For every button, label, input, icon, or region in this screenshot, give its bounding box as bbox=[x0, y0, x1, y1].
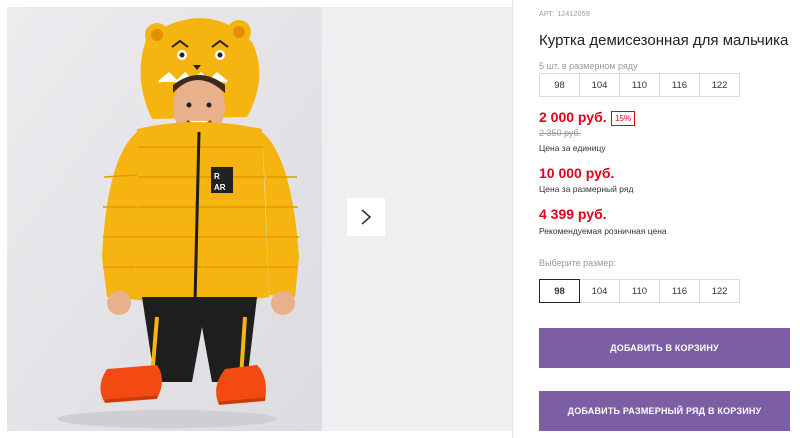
column-divider bbox=[512, 0, 513, 438]
pack-label: 5 шт. в размерном ряду bbox=[539, 61, 638, 71]
discount-badge: 15% bbox=[611, 111, 636, 126]
unit-price-label: Цена за единицу bbox=[539, 143, 606, 153]
svg-text:AR: AR bbox=[214, 183, 226, 192]
product-gallery: R AR bbox=[0, 0, 512, 438]
pack-size-104: 104 bbox=[579, 73, 620, 97]
pack-size-row: 98 104 110 116 122 bbox=[539, 73, 740, 97]
size-picker-label: Выберите размер: bbox=[539, 258, 616, 268]
old-price: 2 350 руб. bbox=[539, 128, 582, 138]
size-option-116[interactable]: 116 bbox=[659, 279, 700, 303]
size-picker: 98 104 110 116 122 bbox=[539, 279, 740, 303]
set-price-label: Цена за размерный ряд bbox=[539, 184, 634, 194]
product-photo-illustration: R AR bbox=[7, 7, 322, 431]
pack-size-110: 110 bbox=[619, 73, 660, 97]
jacket-badge-text: R bbox=[214, 172, 220, 181]
article-number: АРТ: 12412059 bbox=[539, 11, 590, 18]
set-price: 10 000 руб. bbox=[539, 165, 615, 181]
pack-size-122: 122 bbox=[699, 73, 740, 97]
pack-size-98: 98 bbox=[539, 73, 580, 97]
product-title: Куртка демисезонная для мальчика bbox=[539, 32, 789, 49]
chevron-right-icon bbox=[361, 209, 372, 225]
add-to-cart-button[interactable]: ДОБАВИТЬ В КОРЗИНУ bbox=[539, 328, 790, 368]
next-photo-button[interactable] bbox=[347, 198, 385, 236]
add-set-to-cart-button[interactable]: ДОБАВИТЬ РАЗМЕРНЫЙ РЯД В КОРЗИНУ bbox=[539, 391, 790, 431]
product-info: АРТ: 12412059 Куртка демисезонная для ма… bbox=[539, 0, 800, 438]
size-option-98[interactable]: 98 bbox=[539, 279, 580, 303]
product-photo[interactable]: R AR bbox=[7, 7, 322, 431]
size-option-110[interactable]: 110 bbox=[619, 279, 660, 303]
rrp-price-label: Рекомендуемая розничная цена bbox=[539, 226, 667, 236]
rrp-price: 4 399 руб. bbox=[539, 206, 607, 222]
current-price: 2 000 руб. bbox=[539, 109, 607, 125]
size-option-122[interactable]: 122 bbox=[699, 279, 740, 303]
pack-size-116: 116 bbox=[659, 73, 700, 97]
size-option-104[interactable]: 104 bbox=[579, 279, 620, 303]
